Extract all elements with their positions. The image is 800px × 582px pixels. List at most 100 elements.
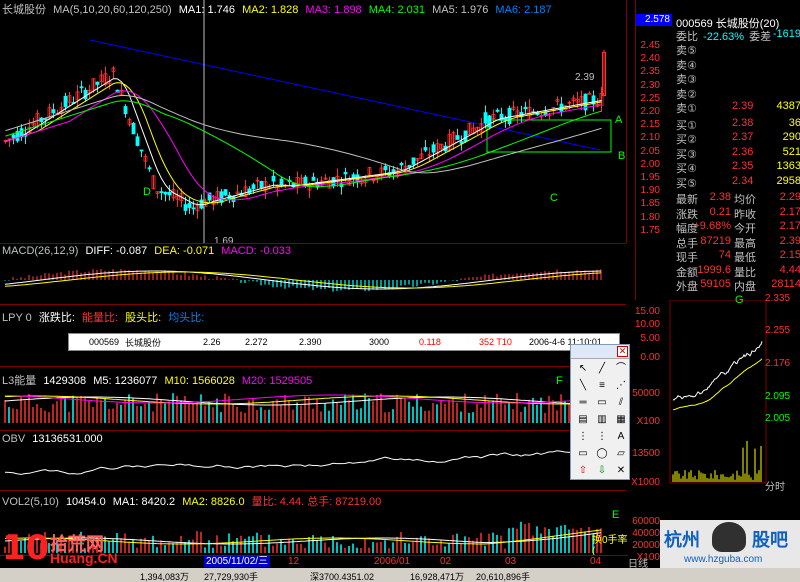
quote-stat-cell: 1999.6 [697, 263, 731, 276]
draw-tool-button[interactable]: ⋮ [593, 429, 611, 445]
quote-stat-cell: 2.29 [779, 191, 800, 203]
draw-tool-button[interactable]: ≡ [593, 378, 611, 394]
draw-tool-button[interactable]: ▥ [593, 412, 611, 428]
price-axis-label: 1.85 [640, 198, 660, 210]
obv-panel[interactable]: OBV 13136531.000 [0, 431, 628, 489]
quote-stat-cell: 2.15 [779, 249, 800, 261]
candle-body [11, 134, 16, 139]
quote-stat-cell: 外盘 [676, 281, 698, 293]
timeline-label: 04 [590, 556, 602, 567]
candle-body [135, 136, 140, 146]
intraday-annotation-g: G [735, 294, 744, 306]
candle-body [495, 109, 500, 112]
draw-tool-button[interactable]: ✕ [612, 463, 630, 479]
candle-body [219, 191, 224, 203]
candle-body [487, 115, 492, 128]
macd-panel[interactable]: MACD(26,12,9) DIFF: -0.087 DEA: -0.071 M… [0, 244, 628, 304]
candle-body [83, 89, 88, 100]
lpy-header: LPY 0 涨跌比: 能量比: 股头比: 均头比: [2, 309, 204, 325]
moving-average-line [5, 82, 602, 204]
annotation-f: F [556, 375, 563, 387]
current-price-box: 2.578 [636, 14, 672, 26]
draw-tool-button[interactable]: ◯ [593, 446, 611, 462]
trend-line[interactable] [89, 39, 601, 151]
quote-label: 卖① [676, 103, 697, 115]
draw-tool-button[interactable]: ⌒ [612, 361, 630, 377]
draw-tool-button[interactable]: ▭ [574, 446, 592, 462]
close-icon[interactable]: ✕ [617, 346, 628, 357]
quote-stat-row: 总手 87219 最高 2.39 [636, 234, 800, 250]
candle-body [343, 171, 348, 175]
time-label: 分时 [765, 482, 785, 493]
draw-tool-button[interactable]: ╱ [593, 361, 611, 377]
obv-chart[interactable] [0, 431, 628, 489]
draw-tool-button[interactable]: ═ [574, 395, 592, 411]
draw-tool-button[interactable]: ▤ [574, 412, 592, 428]
quote-stat-cell: 4.44 [779, 263, 800, 276]
crosshair-date-tag: 2005/11/02/三 [204, 556, 271, 567]
tooltip-vol: 3000 [369, 337, 390, 347]
draw-tool-button[interactable]: ▦ [612, 412, 630, 428]
quote-stat-cell: 内盘 [734, 281, 756, 293]
quote-stat-cell: 2.17 [779, 220, 800, 232]
l3-chart[interactable] [0, 367, 628, 429]
candle-body [95, 81, 100, 85]
candle-body [79, 86, 84, 89]
drawing-toolbox[interactable]: ✕ ↖ ╱ ⌒ ╲ ≡ ⋰ ═ ▭ ⫽ ▤ ▥ ▦ ⋮ ⋮ A ▭ ◯ ▱ ⇧ ⇩ ✕ [570, 344, 630, 480]
quote-stat-cell: 28114 [771, 278, 800, 290]
draw-tool-button[interactable]: ⇧ [574, 463, 592, 479]
quote-stat-cell: 87219 [700, 234, 731, 247]
sell-order-row: 卖② [636, 86, 800, 101]
draw-tool-button[interactable]: ▭ [593, 395, 611, 411]
tick-data-tooltip: 000569 长城股份 2.26 2.272 2.390 3000 0.118 … [68, 333, 620, 351]
candle-body [159, 191, 164, 194]
buy-order-row: 买② 2.37 290 [636, 131, 800, 146]
draw-tool-button[interactable]: ⇩ [593, 463, 611, 479]
quote-stat-row: 现手 74 最低 2.15 [636, 249, 800, 264]
sell-order-row: 卖⑤ [636, 42, 800, 57]
tooltip-avg: 2.272 [245, 337, 268, 347]
draw-tool-button[interactable]: A [612, 429, 630, 445]
quote-stat-row: 外盘 59105 内盘 28114 [636, 278, 800, 293]
draw-tool-button[interactable]: ⋰ [612, 378, 630, 394]
intraday-price-line [672, 341, 763, 401]
lpy-item-1: 涨跌比: [38, 312, 75, 324]
quote-stat-cell: 59105 [700, 278, 731, 290]
timeline-label: 03 [505, 556, 517, 567]
quote-price: 2.34 [732, 174, 754, 187]
intraday-axis-5: 2.005 [765, 413, 791, 424]
quote-stat-cell: 0.21 [709, 205, 731, 218]
draw-tool-button[interactable]: ↖ [574, 361, 592, 377]
price-axis-label: 2.05 [640, 145, 660, 157]
tooltip-count: 352 T10 [479, 337, 512, 347]
obv-line [4, 446, 602, 475]
quote-stat-cell: 2.38 [709, 191, 731, 203]
intraday-frame [669, 300, 767, 484]
candlestick-chart[interactable] [0, 0, 628, 243]
candle-body [131, 122, 136, 135]
draw-tool-button[interactable]: ╲ [574, 378, 592, 394]
lpy-title: LPY 0 [2, 312, 32, 324]
l3-ma-line [4, 394, 602, 404]
annotation-b: B [618, 150, 626, 162]
price-axis-label: 2.10 [640, 132, 660, 144]
tooltip-code: 000569 [89, 337, 120, 347]
candle-body [431, 144, 436, 153]
candle-body [463, 130, 468, 142]
buy-order-row: 买⑤ 2.34 2958 [636, 174, 800, 190]
macd-diff-line [4, 270, 602, 290]
draw-tool-button[interactable]: ⫽ [612, 395, 630, 411]
candle-body [383, 165, 388, 171]
macd-chart[interactable] [0, 244, 628, 304]
annotation-d: D [143, 186, 151, 198]
draw-tool-button[interactable]: ▱ [612, 446, 630, 462]
candle-body [147, 167, 152, 170]
draw-tool-button[interactable]: ⋮ [574, 429, 592, 445]
quote-volume: 36 [788, 116, 800, 129]
candle-body [187, 202, 192, 208]
l3-panel[interactable]: L3能量 1429308 M5: 1236077 M10: 1566028 M2… [0, 367, 628, 429]
quote-stat-cell: 2.39 [779, 234, 800, 247]
toolbox-titlebar[interactable]: ✕ [571, 345, 629, 359]
main-chart[interactable]: 长城股份 MA(5,10,20,60,120,250) MA1: 1.746 M… [0, 0, 628, 247]
price-axis-label: 2.40 [640, 53, 660, 65]
